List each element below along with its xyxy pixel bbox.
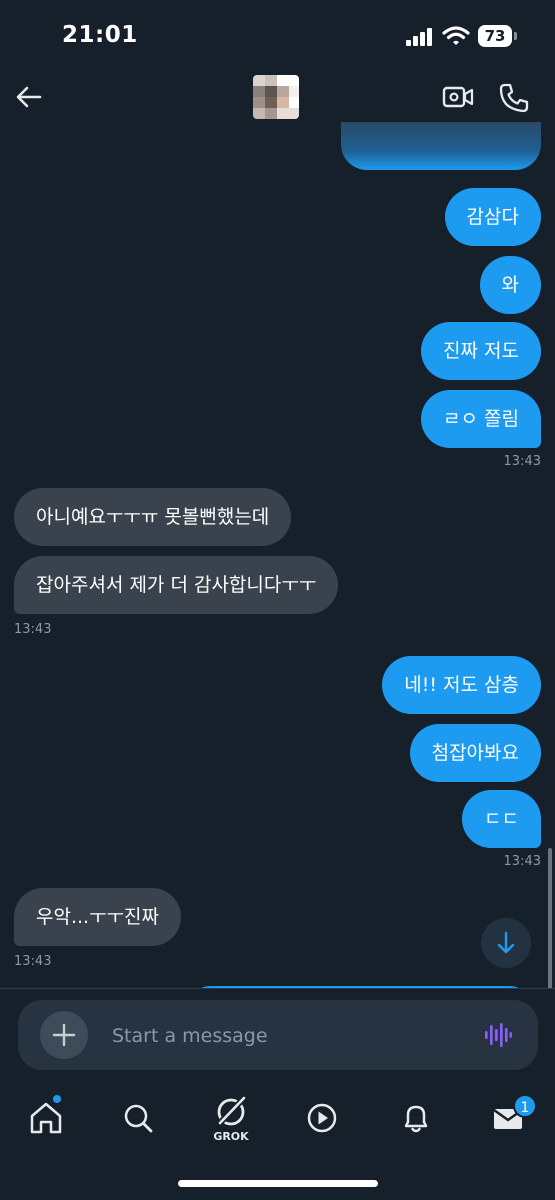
play-icon[interactable] [302,1098,342,1138]
message-timestamp: 13:43 [14,622,52,637]
notification-dot [53,1095,61,1103]
blurred-message [341,122,541,170]
message-timestamp: 13:43 [14,954,52,969]
battery-icon: 73 [478,25,518,47]
avatar[interactable] [253,75,299,119]
message-bubble-outgoing[interactable]: ㄹㅇ 쫄림 [421,390,541,448]
divider [0,988,555,989]
message-input[interactable] [110,1016,454,1056]
status-bar: 21:01 73 [0,0,555,72]
message-bubble-incoming[interactable]: 잡아주셔서 제가 더 감사합니다ㅜㅜ [14,556,339,614]
home-indicator[interactable] [178,1180,378,1187]
message-timestamp: 13:43 [503,454,541,469]
scrollbar[interactable] [548,848,552,988]
grok-label: GROK [213,1130,249,1143]
bottom-tab-bar: GROK 1 [0,1086,555,1156]
message-bubble-outgoing[interactable]: 감삼다 [444,188,541,246]
voice-wave-icon[interactable] [484,1021,512,1049]
scroll-to-bottom-button[interactable] [481,918,531,968]
cellular-signal-icon [406,28,432,46]
wifi-icon [442,26,470,45]
message-bubble-outgoing[interactable]: ㄷㄷ [462,790,541,848]
status-time: 21:01 [62,22,138,48]
home-icon[interactable] [26,1098,66,1138]
chat-header [0,72,555,122]
bell-icon[interactable] [396,1098,436,1138]
grok-icon[interactable] [211,1092,251,1132]
message-bubble-incoming[interactable]: 아니예요ㅜㅜㅠ 못볼뻔했는데 [14,488,292,546]
plus-icon [52,1023,76,1047]
message-timestamp: 13:43 [503,854,541,869]
back-arrow-icon[interactable] [14,82,44,112]
message-bubble-outgoing[interactable]: 첨잡아봐요 [409,724,541,782]
message-composer [18,1000,538,1070]
phone-icon[interactable] [498,82,530,114]
messages-badge: 1 [513,1094,537,1118]
message-bubble-outgoing[interactable]: 진짜 저도 [421,322,541,380]
add-media-button[interactable] [40,1011,88,1059]
message-bubble-incoming[interactable]: 우악...ㅜㅜ진짜 [14,888,181,946]
arrow-down-icon [497,931,515,954]
battery-level: 73 [478,25,512,47]
search-icon[interactable] [118,1098,158,1138]
message-thread[interactable]: 감삼다 와 진짜 저도 ㄹㅇ 쫄림 13:43 아니예요ㅜㅜㅠ 못볼뻔했는데 잡… [0,122,555,988]
video-call-icon[interactable] [442,82,474,112]
message-bubble-outgoing[interactable]: 와 [479,256,541,314]
message-bubble-outgoing[interactable]: 네!! 저도 삼층 [382,656,541,714]
